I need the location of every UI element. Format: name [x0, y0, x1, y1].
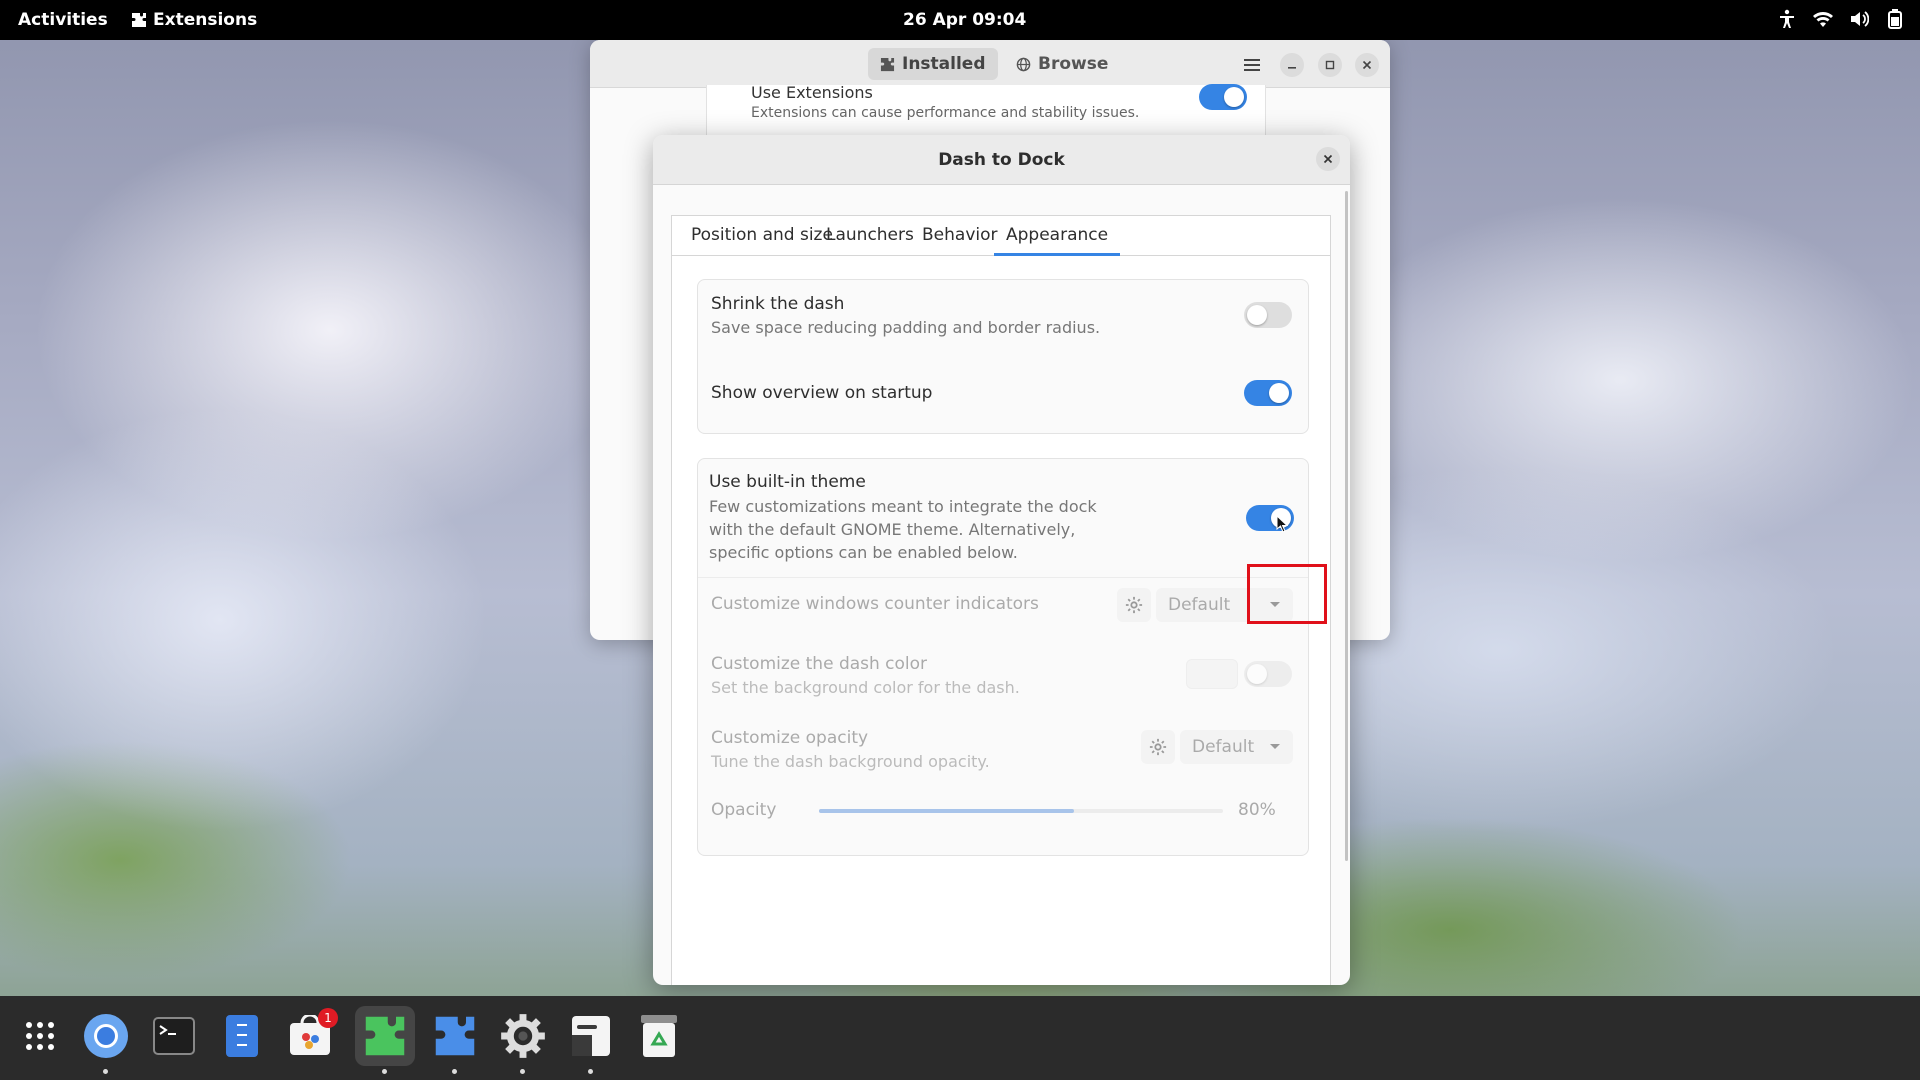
- accessibility-icon[interactable]: [1776, 8, 1798, 30]
- settings-tabs: Position and size Launchers Behavior App…: [672, 216, 1330, 256]
- close-icon: [1362, 60, 1372, 70]
- settings-icon: [501, 1014, 545, 1058]
- maximize-button[interactable]: [1318, 53, 1342, 77]
- customize-opacity-subtitle: Tune the dash background opacity.: [711, 752, 990, 771]
- tab-installed[interactable]: Installed: [868, 48, 998, 80]
- minimize-icon: [1288, 67, 1296, 69]
- trash-icon: [641, 1015, 677, 1057]
- activities-button[interactable]: Activities: [18, 10, 108, 30]
- dash-color-subtitle: Set the background color for the dash.: [711, 678, 1020, 697]
- terminal-icon: [153, 1017, 195, 1055]
- dock-trash[interactable]: [629, 1006, 689, 1066]
- builtin-theme-subtitle-3: specific options can be enabled below.: [709, 543, 1018, 562]
- highlight-annotation: [1247, 564, 1327, 624]
- dash-color-switch[interactable]: [1244, 661, 1292, 687]
- sticky-notes-icon: [572, 1016, 610, 1056]
- counter-dropdown-value: Default: [1168, 595, 1231, 615]
- builtin-theme-title: Use built-in theme: [709, 472, 866, 492]
- use-extensions-title: Use Extensions: [751, 83, 873, 102]
- tab-launchers[interactable]: Launchers: [826, 225, 914, 245]
- dock-sticky-notes[interactable]: [561, 1006, 621, 1074]
- app-menu-label: Extensions: [153, 10, 258, 30]
- puzzle-icon: [880, 57, 895, 71]
- show-overview-switch[interactable]: [1244, 380, 1292, 406]
- customize-opacity-title: Customize opacity: [711, 728, 869, 748]
- opacity-label: Opacity: [711, 800, 777, 820]
- opacity-value: 80%: [1238, 800, 1276, 820]
- tab-appearance[interactable]: Appearance: [993, 225, 1121, 256]
- dialog-scrollbar[interactable]: [1345, 191, 1348, 861]
- dash-to-dock-dialog: Dash to Dock Position and size Launchers…: [653, 135, 1350, 985]
- opacity-slider[interactable]: [819, 809, 1223, 813]
- dash-color-picker[interactable]: [1186, 659, 1238, 689]
- builtin-theme-subtitle-2: with the default GNOME theme. Alternativ…: [709, 520, 1076, 539]
- opacity-settings-button[interactable]: [1141, 730, 1175, 764]
- chromium-icon: [84, 1014, 128, 1058]
- dash-color-title: Customize the dash color: [711, 654, 928, 674]
- dock-settings[interactable]: [493, 1006, 553, 1074]
- shrink-dash-title: Shrink the dash: [711, 294, 845, 314]
- app-menu[interactable]: Extensions: [131, 10, 257, 30]
- tab-browse[interactable]: Browse: [1004, 48, 1120, 80]
- opacity-slider-fill: [819, 809, 1074, 813]
- dialog-header: Dash to Dock: [653, 135, 1350, 185]
- volume-icon[interactable]: [1848, 8, 1870, 30]
- dock-extensions[interactable]: [355, 1006, 415, 1074]
- minimize-button[interactable]: [1280, 53, 1304, 77]
- gear-icon: [1125, 596, 1143, 614]
- dock: 1: [0, 996, 1920, 1080]
- extensions-header: Installed Browse: [590, 40, 1390, 88]
- puzzle-icon: [132, 13, 146, 27]
- tab-browse-label: Browse: [1038, 54, 1109, 74]
- tab-installed-label: Installed: [902, 54, 986, 74]
- software-badge: 1: [318, 1008, 338, 1028]
- tab-position-and-size[interactable]: Position and size: [691, 225, 833, 245]
- text-editor-icon: [226, 1015, 258, 1057]
- mouse-cursor-icon: [1276, 515, 1288, 533]
- dock-chromium[interactable]: [76, 1006, 136, 1074]
- globe-icon: [1016, 57, 1031, 71]
- dialog-title: Dash to Dock: [938, 150, 1065, 170]
- show-overview-title: Show overview on startup: [711, 383, 933, 403]
- wifi-icon[interactable]: [1812, 8, 1834, 30]
- maximize-icon: [1325, 60, 1335, 70]
- battery-icon[interactable]: [1884, 8, 1906, 30]
- tab-behavior[interactable]: Behavior: [922, 225, 998, 245]
- clock[interactable]: 26 Apr 09:04: [903, 10, 1026, 30]
- theme-options-group: Use built-in theme Few customizations me…: [697, 458, 1309, 856]
- dock-app-grid[interactable]: [10, 1006, 70, 1066]
- dialog-close-button[interactable]: [1316, 147, 1340, 171]
- dock-extension-manager[interactable]: [425, 1006, 485, 1074]
- use-extensions-switch[interactable]: [1199, 84, 1247, 110]
- extension-manager-icon: [435, 1016, 475, 1056]
- dash-options-group: Shrink the dash Save space reducing padd…: [697, 279, 1309, 434]
- use-extensions-subtitle: Extensions can cause performance and sta…: [751, 105, 1140, 121]
- counter-settings-button[interactable]: [1117, 588, 1151, 622]
- opacity-dropdown-value: Default: [1192, 737, 1255, 757]
- settings-notebook: Position and size Launchers Behavior App…: [671, 215, 1331, 985]
- chevron-down-icon: [1270, 744, 1280, 749]
- builtin-theme-subtitle-1: Few customizations meant to integrate th…: [709, 497, 1097, 516]
- shrink-dash-switch[interactable]: [1244, 302, 1292, 328]
- dock-terminal[interactable]: [144, 1006, 204, 1066]
- dock-software[interactable]: 1: [280, 1006, 340, 1066]
- dock-text-editor[interactable]: [212, 1006, 272, 1066]
- close-icon: [1323, 154, 1333, 164]
- app-grid-icon: [26, 1022, 54, 1050]
- shrink-dash-subtitle: Save space reducing padding and border r…: [711, 318, 1101, 337]
- extensions-icon: [365, 1016, 405, 1056]
- system-tray[interactable]: [1776, 8, 1906, 30]
- top-bar: Activities Extensions 26 Apr 09:04: [0, 0, 1920, 40]
- opacity-dropdown[interactable]: Default: [1180, 730, 1293, 764]
- counter-indicators-title: Customize windows counter indicators: [711, 594, 1039, 614]
- close-button[interactable]: [1355, 53, 1379, 77]
- hamburger-icon: [1244, 59, 1260, 71]
- main-menu-button[interactable]: [1240, 53, 1264, 77]
- gear-icon: [1149, 738, 1167, 756]
